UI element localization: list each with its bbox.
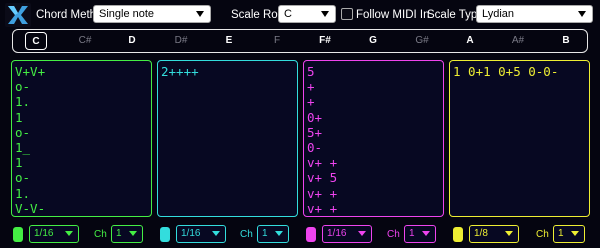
channel-label-3: Ch	[387, 229, 400, 240]
channel-label-1: Ch	[94, 229, 107, 240]
pattern-editor-2[interactable]: 2++++	[157, 60, 298, 217]
key-f[interactable]: F	[266, 32, 288, 50]
rate-value: 1/16	[181, 228, 201, 239]
chevron-down-icon	[321, 11, 329, 17]
channel-value: 1	[116, 228, 122, 239]
key-f-sharp[interactable]: F#	[314, 32, 336, 50]
key-g-sharp[interactable]: G#	[411, 32, 433, 50]
rate-value: 1/16	[34, 228, 54, 239]
chevron-down-icon	[275, 231, 283, 236]
channel-dropdown-2[interactable]: 1	[257, 225, 289, 243]
follow-midi-checkbox[interactable]	[341, 8, 353, 20]
key-b[interactable]: B	[555, 32, 577, 50]
pattern-editor-1[interactable]: V+V+ o- 1. 1 o- 1_ 1 o- 1. V-V-	[11, 60, 152, 217]
scale-key-bar: C C# D D# E F F# G G# A A# B	[12, 29, 588, 53]
key-a[interactable]: A	[459, 32, 481, 50]
channel-value: 1	[558, 228, 564, 239]
chevron-down-icon	[578, 11, 586, 17]
follow-midi-label: Follow MIDI In	[356, 9, 430, 21]
key-d-sharp[interactable]: D#	[170, 32, 192, 50]
channel-dropdown-1[interactable]: 1	[111, 225, 143, 243]
channel-dropdown-4[interactable]: 1	[553, 225, 585, 243]
channel-label-4: Ch	[536, 229, 549, 240]
key-a-sharp[interactable]: A#	[507, 32, 529, 50]
track-color-swatch-3[interactable]	[306, 227, 316, 242]
scale-root-dropdown[interactable]: C	[278, 5, 336, 23]
pattern-editor-4[interactable]: 1 0+1 0+5 0-0-	[449, 60, 590, 217]
chevron-down-icon	[129, 231, 137, 236]
app-logo-icon	[5, 3, 31, 27]
channel-dropdown-3[interactable]: 1	[404, 225, 436, 243]
rate-value: 1/16	[327, 228, 347, 239]
rate-dropdown-1[interactable]: 1/16	[29, 225, 79, 243]
chevron-down-icon	[422, 231, 430, 236]
channel-value: 1	[409, 228, 415, 239]
pattern-text[interactable]: 2++++	[161, 64, 199, 79]
rate-dropdown-2[interactable]: 1/16	[176, 225, 226, 243]
pattern-text[interactable]: V+V+ o- 1. 1 o- 1_ 1 o- 1. V-V-	[15, 64, 45, 216]
channel-label-2: Ch	[240, 229, 253, 240]
rate-dropdown-4[interactable]: 1/8	[469, 225, 519, 243]
scale-type-dropdown[interactable]: Lydian	[476, 5, 593, 23]
chevron-down-icon	[571, 231, 579, 236]
chevron-down-icon	[196, 11, 204, 17]
pattern-editor-3[interactable]: 5 + + 0+ 5+ 0- v+ + v+ 5 v+ + v+ +	[303, 60, 444, 217]
key-c[interactable]: C	[25, 32, 47, 50]
pattern-text[interactable]: 1 0+1 0+5 0-0-	[453, 64, 558, 79]
pattern-text[interactable]: 5 + + 0+ 5+ 0- v+ + v+ 5 v+ + v+ +	[307, 64, 337, 216]
chord-method-value: Single note	[99, 8, 155, 20]
rate-value: 1/8	[474, 228, 488, 239]
chevron-down-icon	[65, 231, 73, 236]
track-color-swatch-2[interactable]	[160, 227, 170, 242]
channel-value: 1	[262, 228, 268, 239]
chevron-down-icon	[505, 231, 513, 236]
rate-dropdown-3[interactable]: 1/16	[322, 225, 372, 243]
track-color-swatch-4[interactable]	[453, 227, 463, 242]
scale-root-value: C	[284, 8, 292, 20]
chord-method-dropdown[interactable]: Single note	[93, 5, 211, 23]
key-c-sharp[interactable]: C#	[74, 32, 96, 50]
scale-type-value: Lydian	[482, 8, 515, 20]
key-g[interactable]: G	[362, 32, 384, 50]
track-color-swatch-1[interactable]	[13, 227, 23, 242]
key-e[interactable]: E	[218, 32, 240, 50]
key-d[interactable]: D	[121, 32, 143, 50]
chevron-down-icon	[212, 231, 220, 236]
chevron-down-icon	[358, 231, 366, 236]
